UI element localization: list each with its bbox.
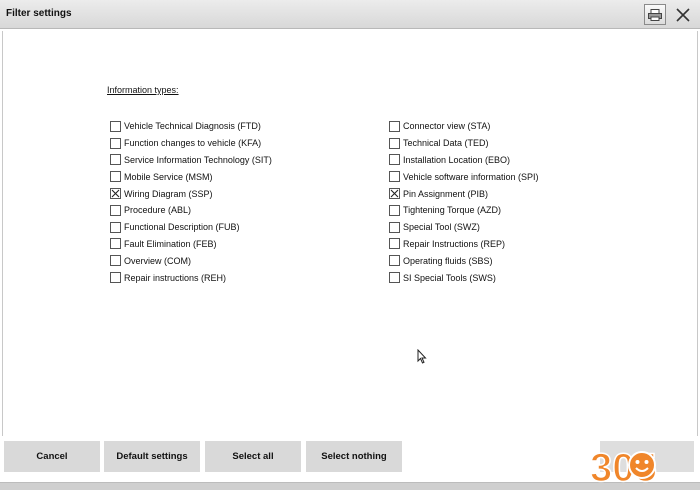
filter-option[interactable]: Overview (COM)	[110, 252, 272, 269]
close-button[interactable]	[672, 4, 694, 25]
default-settings-button[interactable]: Default settings	[104, 441, 202, 472]
print-button[interactable]	[644, 4, 666, 25]
filter-option-label: Vehicle software information (SPI)	[403, 171, 539, 182]
filter-option-label: Repair Instructions (REP)	[403, 238, 506, 249]
filter-option[interactable]: Functional Description (FUB)	[110, 219, 272, 236]
filter-option-label: Special Tool (SWZ)	[403, 222, 480, 233]
filter-option-label: SI Special Tools (SWS)	[403, 272, 496, 283]
checkbox[interactable]	[110, 238, 121, 250]
filter-option[interactable]: Installation Location (EBO)	[389, 152, 539, 169]
right-filter-list: Connector view (STA) Technical Data (TED)…	[389, 118, 539, 286]
filter-option-label: Functional Description (FUB)	[124, 222, 240, 233]
checkbox[interactable]	[110, 154, 121, 166]
mouse-cursor-icon	[417, 349, 427, 364]
checkbox[interactable]	[389, 272, 400, 284]
filter-option[interactable]: Special Tool (SWZ)	[389, 219, 539, 236]
filter-option[interactable]: SI Special Tools (SWS)	[389, 269, 539, 286]
filter-option[interactable]: Mobile Service (MSM)	[110, 168, 272, 185]
checkbox[interactable]	[110, 221, 121, 233]
checkbox[interactable]	[389, 171, 400, 183]
filter-option-label: Pin Assignment (PIB)	[403, 188, 489, 199]
filter-option-label: Wiring Diagram (SSP)	[124, 188, 213, 199]
filter-option[interactable]: Vehicle Technical Diagnosis (FTD)	[110, 118, 272, 135]
filter-option[interactable]: Technical Data (TED)	[389, 135, 539, 152]
watermark-logo: 305	[590, 445, 658, 487]
filter-option-label: Operating fluids (SBS)	[403, 255, 493, 266]
window-title: Filter settings	[6, 8, 72, 19]
checkbox[interactable]	[389, 154, 400, 166]
checkbox[interactable]	[110, 171, 121, 183]
checkbox[interactable]	[110, 137, 121, 149]
checkbox-checked[interactable]	[389, 188, 400, 200]
checkbox[interactable]	[110, 255, 121, 267]
filter-option-label: Function changes to vehicle (KFA)	[124, 138, 262, 149]
filter-option[interactable]: Repair Instructions (REP)	[389, 236, 539, 253]
checkbox[interactable]	[389, 137, 400, 149]
filter-option-label: Tightening Torque (AZD)	[403, 205, 502, 216]
filter-option-label: Service Information Technology (SIT)	[124, 154, 272, 165]
checkbox[interactable]	[389, 238, 400, 250]
filter-option-label: Installation Location (EBO)	[403, 154, 511, 165]
filter-option[interactable]: Vehicle software information (SPI)	[389, 168, 539, 185]
filter-option-label: Vehicle Technical Diagnosis (FTD)	[124, 121, 261, 132]
check-x-icon	[390, 189, 399, 198]
filter-option[interactable]: Tightening Torque (AZD)	[389, 202, 539, 219]
filter-option-label: Mobile Service (MSM)	[124, 171, 213, 182]
filter-option[interactable]: Procedure (ABL)	[110, 202, 272, 219]
filter-option[interactable]: Fault Elimination (FEB)	[110, 236, 272, 253]
filter-option-label: Connector view (STA)	[403, 121, 491, 132]
checkbox[interactable]	[110, 204, 121, 216]
select-all-button[interactable]: Select all	[205, 441, 303, 472]
title-bar: Filter settings	[0, 0, 700, 29]
left-filter-list: Vehicle Technical Diagnosis (FTD) Functio…	[110, 118, 272, 286]
checkbox[interactable]	[110, 120, 121, 132]
checkbox[interactable]	[389, 255, 400, 267]
filter-option[interactable]: Connector view (STA)	[389, 118, 539, 135]
checkbox[interactable]	[110, 272, 121, 284]
filter-option-label: Fault Elimination (FEB)	[124, 238, 217, 249]
cancel-button[interactable]: Cancel	[4, 441, 102, 472]
filter-option-label: Procedure (ABL)	[124, 205, 192, 216]
filter-option[interactable]: Service Information Technology (SIT)	[110, 152, 272, 169]
filter-option[interactable]: Function changes to vehicle (KFA)	[110, 135, 272, 152]
filter-option-label: Technical Data (TED)	[403, 138, 489, 149]
check-x-icon	[111, 189, 120, 198]
printer-icon	[648, 8, 662, 21]
select-nothing-button[interactable]: Select nothing	[306, 441, 404, 472]
close-icon	[676, 7, 690, 22]
checkbox[interactable]	[389, 204, 400, 216]
filter-option-label: Repair instructions (REH)	[124, 272, 227, 283]
filter-option[interactable]: Wiring Diagram (SSP)	[110, 185, 272, 202]
checkbox[interactable]	[389, 221, 400, 233]
filter-option[interactable]: Repair instructions (REH)	[110, 269, 272, 286]
filter-option[interactable]: Pin Assignment (PIB)	[389, 185, 539, 202]
smiley-icon	[628, 451, 656, 479]
filter-option[interactable]: Operating fluids (SBS)	[389, 252, 539, 269]
checkbox-checked[interactable]	[110, 188, 121, 200]
information-types-label: Information types:	[107, 85, 179, 95]
filter-option-label: Overview (COM)	[124, 255, 191, 266]
checkbox[interactable]	[389, 120, 400, 132]
